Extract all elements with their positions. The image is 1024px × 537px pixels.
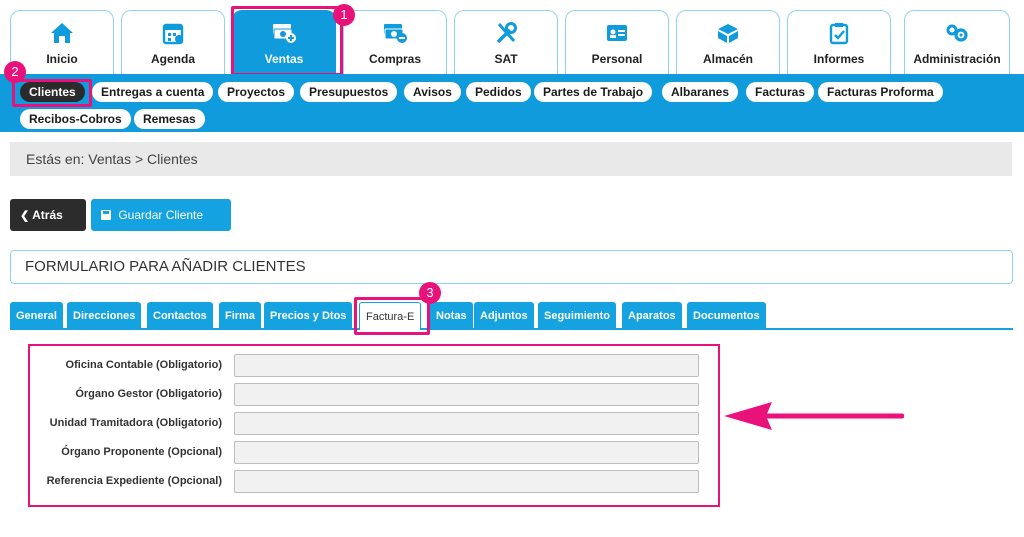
tab-firma[interactable]: Firma xyxy=(219,302,261,330)
tab-precios-y-dtos[interactable]: Precios y Dtos xyxy=(264,302,353,330)
tab-documentos[interactable]: Documentos xyxy=(687,302,766,330)
module-label: Administración xyxy=(913,52,1001,66)
oficina-contable-input[interactable] xyxy=(234,354,699,377)
home-icon xyxy=(11,21,113,45)
boxes-icon xyxy=(677,21,779,45)
pointer-arrow-icon xyxy=(724,402,904,430)
module-label: Almacén xyxy=(702,52,754,66)
form-title: FORMULARIO PARA AÑADIR CLIENTES xyxy=(10,250,1013,284)
field-row: Unidad Tramitadora (Obligatorio) xyxy=(30,412,718,436)
module-agenda[interactable]: Agenda xyxy=(121,10,225,74)
form-tabs: General Direcciones Contactos Firma Prec… xyxy=(10,302,1013,330)
field-label: Unidad Tramitadora (Obligatorio) xyxy=(49,417,222,429)
module-inicio[interactable]: Inicio xyxy=(10,10,114,74)
breadcrumb: Estás en: Ventas > Clientes xyxy=(10,142,1012,176)
subnav-entregas-a-cuenta[interactable]: Entregas a cuenta xyxy=(92,82,214,102)
subnav-remesas[interactable]: Remesas xyxy=(134,109,205,129)
module-bar: Inicio Agenda Ventas Compras SAT Persona… xyxy=(0,0,1024,74)
tab-adjuntos[interactable]: Adjuntos xyxy=(474,302,534,330)
subnav-pedidos[interactable]: Pedidos xyxy=(466,82,531,102)
subnav-presupuestos[interactable]: Presupuestos xyxy=(300,82,398,102)
tab-direcciones[interactable]: Direcciones xyxy=(67,302,142,330)
field-label: Oficina Contable (Obligatorio) xyxy=(65,359,222,371)
annotation-badge-2: 2 xyxy=(4,61,26,83)
annotation-badge-1: 1 xyxy=(333,4,355,26)
gears-icon xyxy=(905,21,1009,45)
field-row: Referencia Expediente (Opcional) xyxy=(30,470,718,494)
tools-icon xyxy=(455,21,557,45)
module-label: Agenda xyxy=(150,52,195,66)
clipboard-check-icon xyxy=(788,21,890,45)
module-label: Compras xyxy=(368,52,421,66)
tab-contactos[interactable]: Contactos xyxy=(147,302,213,330)
save-client-button[interactable]: Guardar Cliente xyxy=(91,199,231,231)
field-label: Referencia Expediente (Opcional) xyxy=(46,475,222,487)
factura-e-panel: Oficina Contable (Obligatorio) Órgano Ge… xyxy=(28,344,720,507)
field-row: Órgano Gestor (Obligatorio) xyxy=(30,383,718,407)
tab-general[interactable]: General xyxy=(10,302,63,330)
organo-proponente-input[interactable] xyxy=(234,441,699,464)
subnav-avisos[interactable]: Avisos xyxy=(404,82,461,102)
floppy-disk-icon xyxy=(101,210,111,220)
module-label: Informes xyxy=(813,52,865,66)
module-administracion[interactable]: Administración xyxy=(904,10,1010,74)
module-label: Inicio xyxy=(46,52,78,66)
id-card-icon xyxy=(566,21,668,45)
unidad-tramitadora-input[interactable] xyxy=(234,412,699,435)
referencia-expediente-input[interactable] xyxy=(234,470,699,493)
tab-aparatos[interactable]: Aparatos xyxy=(622,302,682,330)
organo-gestor-input[interactable] xyxy=(234,383,699,406)
money-minus-icon xyxy=(344,21,446,45)
module-informes[interactable]: Informes xyxy=(787,10,891,74)
back-button[interactable]: ❮ Atrás xyxy=(10,199,86,231)
calendar-icon xyxy=(122,21,224,45)
field-label: Órgano Proponente (Opcional) xyxy=(61,446,222,458)
module-personal[interactable]: Personal xyxy=(565,10,669,74)
subnav-facturas-proforma[interactable]: Facturas Proforma xyxy=(818,82,943,102)
subnav-proyectos[interactable]: Proyectos xyxy=(218,82,295,102)
highlight-clientes xyxy=(12,79,92,107)
module-almacen[interactable]: Almacén xyxy=(676,10,780,74)
annotation-badge-3: 3 xyxy=(419,282,441,304)
highlight-factura-e xyxy=(354,297,430,335)
field-label: Órgano Gestor (Obligatorio) xyxy=(75,388,222,400)
tab-notas[interactable]: Notas xyxy=(430,302,473,330)
field-row: Órgano Proponente (Opcional) xyxy=(30,441,718,465)
tab-seguimiento[interactable]: Seguimiento xyxy=(538,302,617,330)
sub-navigation: Clientes Entregas a cuenta Proyectos Pre… xyxy=(0,74,1024,132)
save-client-label: Guardar Cliente xyxy=(118,208,204,222)
subnav-facturas[interactable]: Facturas xyxy=(746,82,815,102)
field-row: Oficina Contable (Obligatorio) xyxy=(30,354,718,378)
module-sat[interactable]: SAT xyxy=(454,10,558,74)
chevron-left-icon: ❮ xyxy=(20,210,30,222)
back-button-label: Atrás xyxy=(32,208,63,222)
subnav-partes-de-trabajo[interactable]: Partes de Trabajo xyxy=(534,82,653,102)
module-compras[interactable]: Compras xyxy=(343,10,447,74)
module-label: Personal xyxy=(591,52,643,66)
highlight-ventas xyxy=(231,6,343,76)
module-label: SAT xyxy=(494,52,518,66)
subnav-recibos-cobros[interactable]: Recibos-Cobros xyxy=(20,109,131,129)
subnav-albaranes[interactable]: Albaranes xyxy=(662,82,739,102)
